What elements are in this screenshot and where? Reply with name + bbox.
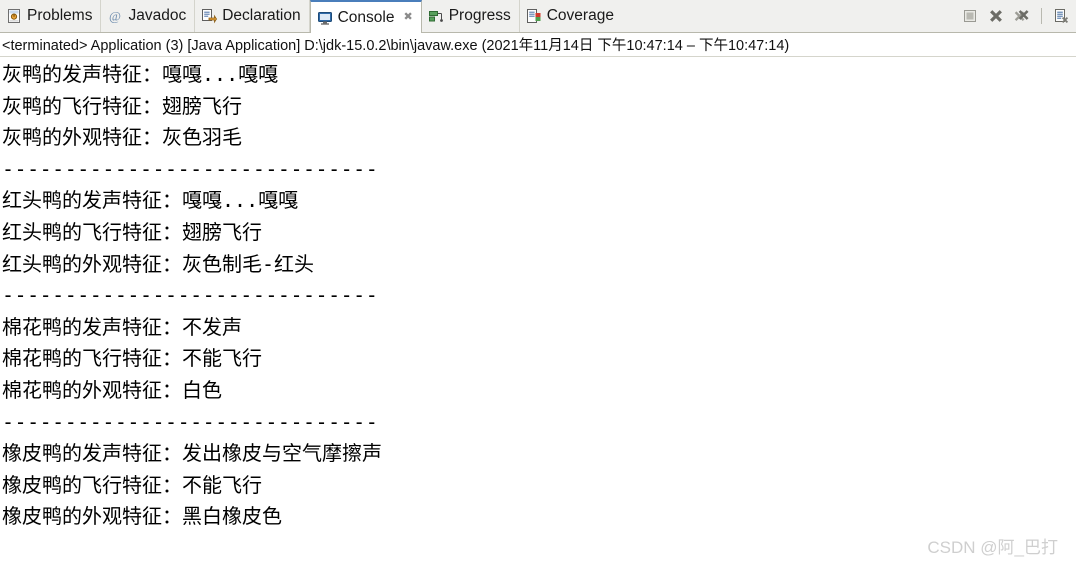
coverage-icon: [526, 8, 542, 24]
svg-text:@: @: [109, 9, 121, 24]
tab-problems[interactable]: Problems: [0, 0, 102, 32]
console-separator-line: ------------------------------: [2, 409, 379, 434]
console-line: 棉花鸭的飞行特征：不能飞行: [2, 346, 262, 371]
eclipse-console-view: Problems @ Javadoc Declaration Console ✖…: [0, 0, 1076, 568]
tab-label: Console: [337, 8, 395, 26]
console-line: 红头鸭的发声特征：嘎嘎...嘎嘎: [2, 188, 299, 213]
double-x-mark-icon[interactable]: [1013, 7, 1031, 25]
tab-declaration[interactable]: Declaration: [195, 0, 310, 32]
progress-icon: [428, 8, 444, 24]
tab-console[interactable]: Console ✖: [309, 0, 422, 33]
close-icon[interactable]: ✖: [403, 12, 412, 23]
tab-javadoc[interactable]: @ Javadoc: [101, 0, 196, 32]
console-toolbar: [961, 0, 1076, 32]
console-separator-line: ------------------------------: [2, 156, 379, 181]
console-line: 灰鸭的飞行特征：翅膀飞行: [2, 93, 242, 118]
toolbar-separator: [1041, 8, 1042, 24]
clear-document-icon[interactable]: [1052, 7, 1070, 25]
console-output[interactable]: 灰鸭的发声特征：嘎嘎...嘎嘎 灰鸭的飞行特征：翅膀飞行 灰鸭的外观特征：灰色羽…: [0, 57, 1076, 568]
view-tab-bar: Problems @ Javadoc Declaration Console ✖…: [0, 0, 1076, 33]
console-line: 灰鸭的发声特征：嘎嘎...嘎嘎: [2, 62, 279, 86]
javadoc-icon: @: [107, 8, 123, 24]
stop-square-icon[interactable]: [961, 7, 979, 25]
tab-label: Problems: [27, 7, 93, 25]
watermark: CSDN @阿_巴打: [927, 538, 1058, 557]
tab-coverage[interactable]: Coverage: [520, 0, 622, 32]
process-status-line: <terminated> Application (3) [Java Appli…: [0, 33, 1076, 57]
tab-progress[interactable]: Progress: [422, 0, 520, 32]
tab-label: Declaration: [222, 7, 301, 25]
console-line: 橡皮鸭的飞行特征：不能飞行: [2, 472, 262, 497]
console-line: 灰鸭的外观特征：灰色羽毛: [2, 125, 242, 150]
problems-icon: [6, 8, 22, 24]
tab-label: Progress: [448, 7, 511, 25]
tab-label: Coverage: [546, 7, 614, 25]
console-line: 红头鸭的外观特征：灰色制毛-红头: [2, 251, 315, 276]
console-separator-line: ------------------------------: [2, 283, 379, 308]
tab-label: Javadoc: [128, 7, 187, 25]
console-icon: [317, 10, 333, 26]
console-line: 橡皮鸭的外观特征：黑白橡皮色: [2, 504, 282, 529]
x-mark-icon[interactable]: [987, 7, 1005, 25]
declaration-icon: [201, 8, 218, 24]
console-line: 红头鸭的飞行特征：翅膀飞行: [2, 219, 262, 244]
console-line: 橡皮鸭的发声特征：发出橡皮与空气摩擦声: [2, 441, 382, 466]
console-line: 棉花鸭的发声特征：不发声: [2, 314, 242, 339]
view-tabs: Problems @ Javadoc Declaration Console ✖…: [0, 0, 622, 33]
console-line: 棉花鸭的外观特征：白色: [2, 377, 222, 402]
